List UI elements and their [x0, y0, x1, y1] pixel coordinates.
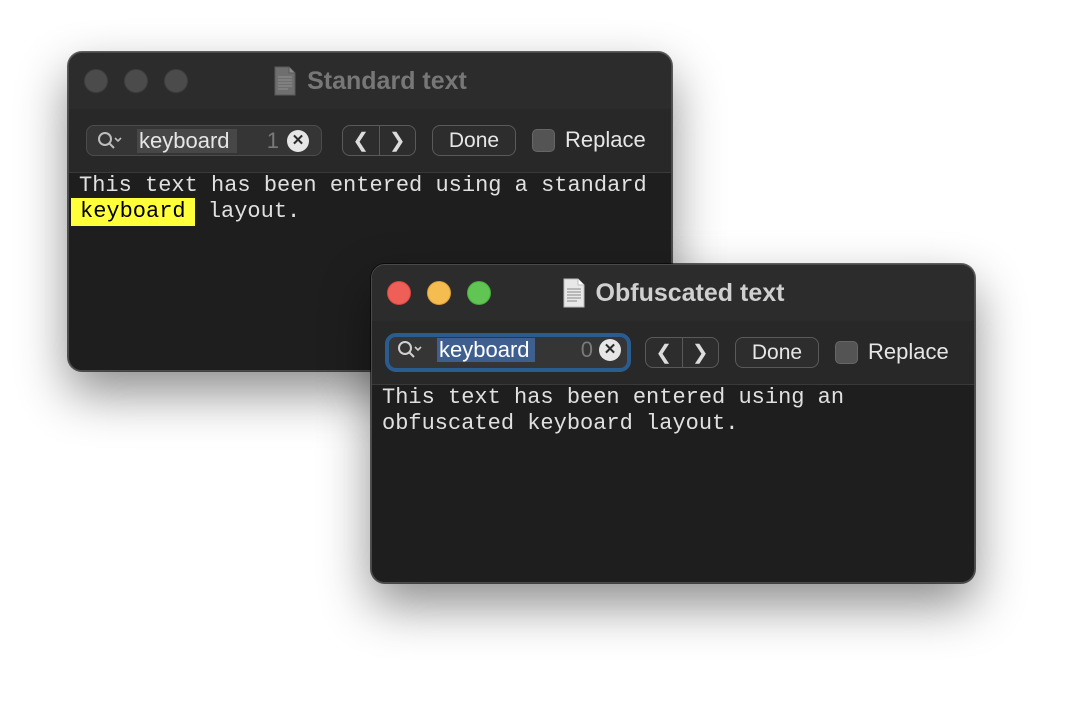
search-query[interactable]: keyboard [137, 129, 237, 153]
replace-label[interactable]: Replace [565, 127, 646, 153]
text-line-1: This text has been entered using a stand… [79, 173, 647, 198]
obfuscated-text-window: Obfuscated text keyboard 0 ✕ ❮ ❯ Done Re… [371, 264, 975, 583]
replace-checkbox[interactable] [532, 129, 555, 152]
replace-label[interactable]: Replace [868, 339, 949, 365]
text-line-2: keyboard layout. [71, 198, 661, 226]
window-title-text: Obfuscated text [595, 278, 785, 307]
window-title-text: Standard text [307, 66, 467, 95]
find-bar: keyboard 0 ✕ ❮ ❯ Done Replace [372, 321, 974, 385]
document-icon [563, 278, 585, 308]
search-query[interactable]: keyboard [437, 338, 535, 362]
previous-match-button[interactable]: ❮ [343, 126, 379, 155]
search-icon[interactable] [97, 131, 122, 149]
text-line-2-rest: layout. [194, 199, 301, 224]
text-line-2: obfuscated keyboard layout. [382, 411, 739, 436]
previous-match-button[interactable]: ❮ [646, 338, 682, 367]
next-match-button[interactable]: ❯ [378, 126, 416, 155]
next-match-button[interactable]: ❯ [681, 338, 719, 367]
done-button[interactable]: Done [432, 125, 516, 156]
window-title: Standard text [69, 66, 671, 96]
search-icon[interactable] [397, 340, 422, 358]
clear-search-icon[interactable]: ✕ [287, 130, 309, 152]
clear-search-icon[interactable]: ✕ [599, 339, 621, 361]
search-field[interactable]: keyboard 0 ✕ [385, 333, 631, 372]
done-button[interactable]: Done [735, 337, 819, 368]
find-bar: keyboard 1 ✕ ❮ ❯ Done Replace [69, 109, 671, 173]
search-field[interactable]: keyboard 1 ✕ [86, 125, 322, 156]
window-title: Obfuscated text [372, 278, 974, 308]
document-icon [274, 66, 296, 96]
text-line-1: This text has been entered using an [382, 385, 845, 410]
match-count: 1 [266, 128, 279, 153]
title-bar[interactable]: Obfuscated text [372, 265, 974, 322]
find-navigation: ❮ ❯ [645, 337, 719, 368]
match-count: 0 [580, 337, 593, 362]
search-highlight: keyboard [71, 198, 195, 226]
find-navigation: ❮ ❯ [342, 125, 416, 156]
text-content[interactable]: This text has been entered using an obfus… [372, 385, 974, 582]
title-bar[interactable]: Standard text [69, 53, 671, 110]
replace-checkbox[interactable] [835, 341, 858, 364]
